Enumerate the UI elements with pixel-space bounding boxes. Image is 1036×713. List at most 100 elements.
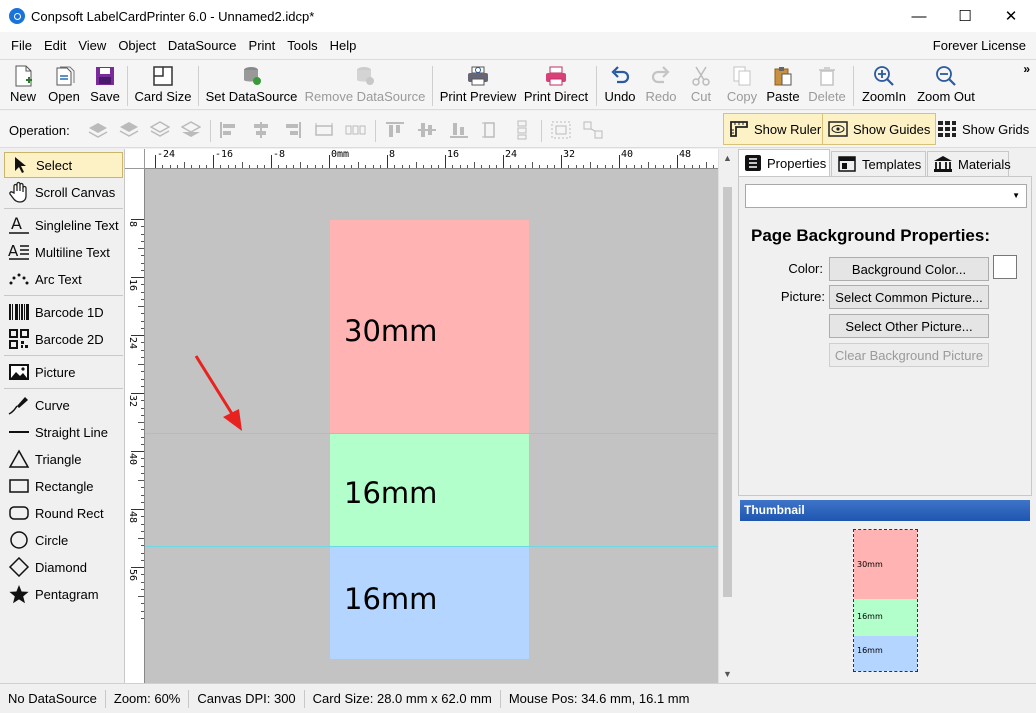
- align-middle-icon[interactable]: [416, 119, 438, 141]
- circle-icon: [6, 530, 32, 550]
- save-button[interactable]: Save: [88, 63, 122, 109]
- canvas-vertical-scrollbar[interactable]: ▲ ▼: [718, 149, 735, 683]
- copy-button[interactable]: Copy: [724, 63, 760, 109]
- toolbar-overflow-button[interactable]: »: [1023, 62, 1030, 76]
- tool-circle[interactable]: Circle: [4, 527, 123, 553]
- tool-rectangle[interactable]: Rectangle: [4, 473, 123, 499]
- design-canvas[interactable]: 30mm 16mm 16mm: [145, 169, 718, 683]
- scroll-thumb[interactable]: [723, 187, 732, 597]
- align-center-icon[interactable]: [250, 119, 272, 141]
- align-left-icon[interactable]: [218, 119, 240, 141]
- delete-button[interactable]: Delete: [806, 63, 848, 109]
- tab-materials[interactable]: Materials: [927, 151, 1011, 176]
- scroll-up-arrow-icon[interactable]: ▲: [719, 153, 736, 163]
- thumbnail-area[interactable]: 30mm 16mm 16mm: [740, 521, 1030, 683]
- undo-button[interactable]: Undo: [602, 63, 638, 109]
- send-backward-icon[interactable]: [149, 119, 171, 141]
- show-guides-toggle[interactable]: Show Guides: [822, 113, 937, 145]
- tool-triangle[interactable]: Triangle: [4, 446, 123, 472]
- maximize-button[interactable]: ☐: [942, 0, 988, 32]
- align-top-icon[interactable]: [384, 119, 406, 141]
- menu-file[interactable]: File: [5, 32, 38, 59]
- space-evenly-icon[interactable]: [345, 119, 367, 141]
- card-section-16mm-bottom[interactable]: 16mm: [330, 546, 529, 659]
- stack-vertical-icon[interactable]: [511, 119, 533, 141]
- print-preview-button[interactable]: Print Preview: [438, 63, 518, 109]
- ruler-label: -16: [215, 149, 234, 160]
- menu-edit[interactable]: Edit: [38, 32, 72, 59]
- object-selector-dropdown[interactable]: ▼: [745, 184, 1027, 208]
- align-right-icon[interactable]: [281, 119, 303, 141]
- horizontal-guide-line[interactable]: [145, 546, 718, 547]
- tab-templates[interactable]: Templates: [831, 151, 926, 176]
- card-size-button[interactable]: Card Size: [134, 63, 192, 109]
- ruler-label: 40: [127, 453, 138, 466]
- thumbnail-preview[interactable]: 30mm 16mm 16mm: [853, 529, 918, 672]
- tool-select[interactable]: Select: [4, 152, 123, 178]
- ruler-label: 16: [127, 279, 138, 292]
- tool-diamond[interactable]: Diamond: [4, 554, 123, 580]
- ruler-minor-tick: [532, 162, 533, 168]
- tool-barcode-2d[interactable]: Barcode 2D: [4, 326, 123, 352]
- tool-round-rect[interactable]: Round Rect: [4, 500, 123, 526]
- zoom-in-button[interactable]: ZoomIn: [859, 63, 909, 109]
- tool-singleline-text[interactable]: A Singleline Text: [4, 212, 123, 238]
- templates-icon: [838, 156, 856, 172]
- tool-arc-text[interactable]: Arc Text: [4, 266, 123, 292]
- remove-datasource-button[interactable]: Remove DataSource: [304, 63, 426, 109]
- menu-help[interactable]: Help: [324, 32, 363, 59]
- tool-curve[interactable]: Curve: [4, 392, 123, 418]
- ruler-tick: [329, 155, 330, 168]
- distribute-horizontal-icon[interactable]: [313, 119, 335, 141]
- ungroup-icon[interactable]: [582, 119, 604, 141]
- open-button[interactable]: Open: [45, 63, 83, 109]
- cut-button[interactable]: Cut: [686, 63, 716, 109]
- redo-button[interactable]: Redo: [643, 63, 679, 109]
- menu-object[interactable]: Object: [112, 32, 162, 59]
- card-section-30mm[interactable]: 30mm: [330, 220, 529, 433]
- scroll-down-arrow-icon[interactable]: ▼: [719, 669, 736, 679]
- card-section-16mm-top[interactable]: 16mm: [330, 433, 529, 546]
- close-button[interactable]: ✕: [988, 0, 1034, 32]
- group-icon[interactable]: [550, 119, 572, 141]
- distribute-vertical-icon[interactable]: [479, 119, 501, 141]
- print-direct-button[interactable]: Print Direct: [522, 63, 590, 109]
- bring-to-front-icon[interactable]: [118, 119, 140, 141]
- set-datasource-button[interactable]: Set DataSource: [205, 63, 298, 109]
- clear-background-picture-button[interactable]: Clear Background Picture: [829, 343, 989, 367]
- ruler-label: 16: [447, 149, 460, 160]
- ruler-label: 32: [563, 149, 576, 160]
- select-other-picture-button[interactable]: Select Other Picture...: [829, 314, 989, 338]
- vertical-ruler[interactable]: 8 16 24 32 40 48 56: [125, 169, 145, 683]
- align-bottom-icon[interactable]: [448, 119, 470, 141]
- ruler-minor-tick: [706, 162, 707, 168]
- show-grids-toggle[interactable]: Show Grids: [932, 113, 1034, 145]
- ruler-tick: [213, 155, 214, 168]
- tool-picture[interactable]: Picture: [4, 359, 123, 385]
- tool-multiline-text[interactable]: A Multiline Text: [4, 239, 123, 265]
- operation-separator: [541, 120, 542, 142]
- menu-print[interactable]: Print: [243, 32, 282, 59]
- minimize-button[interactable]: —: [896, 0, 942, 32]
- menu-view[interactable]: View: [72, 32, 112, 59]
- zoom-out-button[interactable]: Zoom Out: [914, 63, 978, 109]
- tool-pentagram[interactable]: Pentagram: [4, 581, 123, 607]
- new-button[interactable]: New: [6, 63, 40, 109]
- send-to-back-icon[interactable]: [180, 119, 202, 141]
- tab-properties[interactable]: Properties: [738, 149, 830, 176]
- redo-arrow-icon: [650, 63, 672, 89]
- tool-scroll-canvas[interactable]: Scroll Canvas: [4, 179, 123, 205]
- tool-barcode-1d[interactable]: Barcode 1D: [4, 299, 123, 325]
- menu-tools[interactable]: Tools: [281, 32, 323, 59]
- tool-separator: [4, 208, 123, 209]
- background-color-swatch[interactable]: [993, 255, 1017, 279]
- tool-straight-line[interactable]: Straight Line: [4, 419, 123, 445]
- svg-text:A: A: [11, 215, 22, 233]
- select-common-picture-button[interactable]: Select Common Picture...: [829, 285, 989, 309]
- paste-button[interactable]: Paste: [765, 63, 801, 109]
- bring-forward-icon[interactable]: [87, 119, 109, 141]
- background-color-button[interactable]: Background Color...: [829, 257, 989, 281]
- horizontal-ruler[interactable]: -24 -16 -8 0mm 8 16 24 32 40 48: [145, 149, 718, 169]
- show-ruler-toggle[interactable]: Show Ruler: [723, 113, 828, 145]
- menu-datasource[interactable]: DataSource: [162, 32, 243, 59]
